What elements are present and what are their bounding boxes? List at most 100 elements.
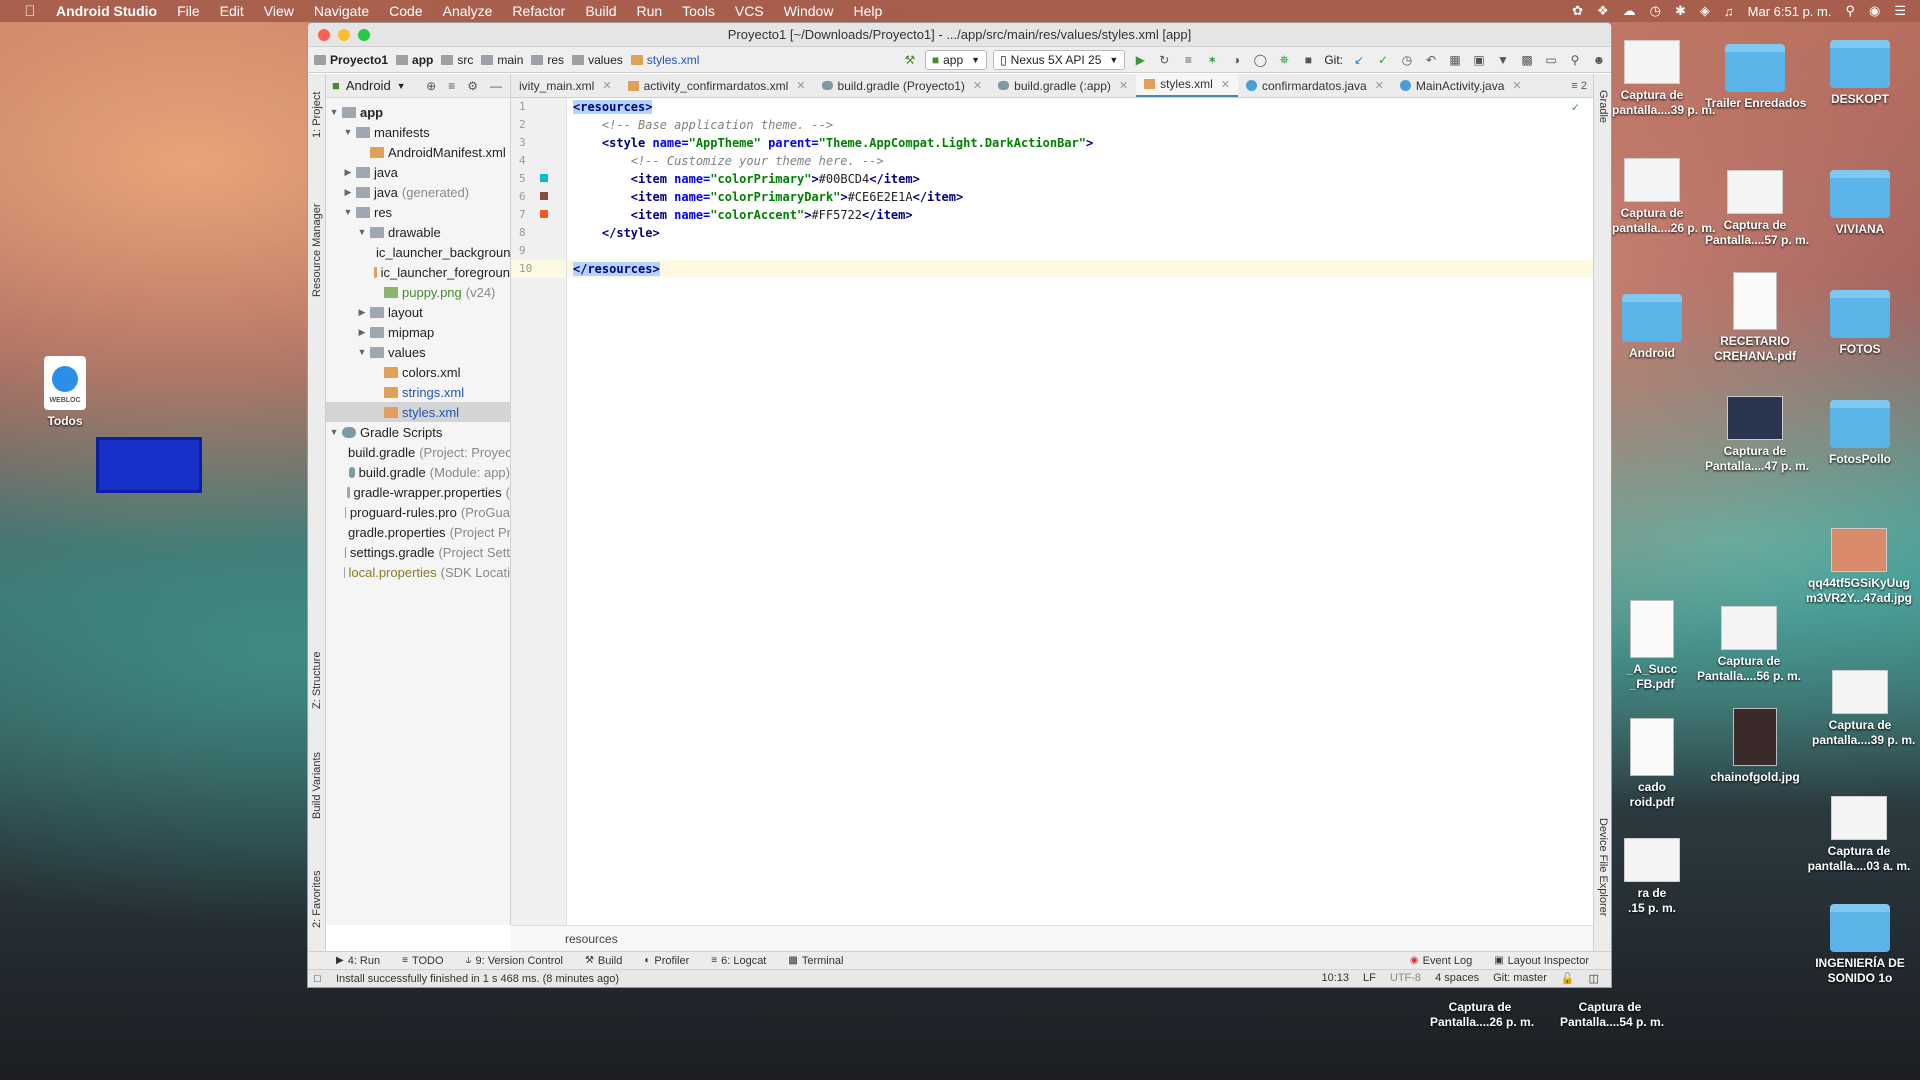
- tree-node-res[interactable]: ▼ res: [326, 202, 510, 222]
- desktop-icon-screenshot[interactable]: Captura de pantalla....03 a. m.: [1800, 796, 1918, 874]
- git-rollback-icon[interactable]: ↶: [1421, 50, 1441, 70]
- layout-inspector-icon[interactable]: ▩: [1517, 50, 1537, 70]
- tool-button-terminal[interactable]: ▩ Terminal: [788, 955, 843, 967]
- desktop-webloc-todos[interactable]: WEBLOC Todos: [30, 356, 100, 429]
- breadcrumb-res[interactable]: res: [531, 53, 564, 67]
- close-tab-icon[interactable]: ✕: [973, 79, 982, 92]
- caret-position[interactable]: 10:13: [1322, 972, 1350, 985]
- tool-button-todo[interactable]: ≡ TODO: [402, 955, 443, 967]
- tree-node-app[interactable]: ▼ app: [326, 102, 510, 122]
- tree-node-gradle-scripts[interactable]: ▼ Gradle Scripts: [326, 422, 510, 442]
- desktop-icon-screenshot[interactable]: Captura de Pantalla....26 p. m.: [1430, 1000, 1534, 1030]
- tree-node-manifests[interactable]: ▼ manifests: [326, 122, 510, 142]
- time-machine-icon[interactable]: ◷: [1650, 3, 1661, 19]
- tree-node-local-properties[interactable]: local.properties (SDK Locati: [326, 562, 510, 582]
- git-branch[interactable]: Git: master: [1493, 972, 1547, 985]
- run-configuration-select[interactable]: ■ app ▼: [924, 49, 988, 70]
- tab-confirmardatos-java[interactable]: confirmardatos.java ✕: [1238, 74, 1392, 97]
- breadcrumb-src[interactable]: src: [441, 53, 473, 67]
- tool-button-event-log[interactable]: ◉ Event Log: [1410, 955, 1472, 967]
- breadcrumb-values[interactable]: values: [572, 53, 623, 67]
- creative-cloud-icon[interactable]: ✿: [1572, 3, 1583, 19]
- tree-node-gradle-properties[interactable]: gradle.properties (Project Pr: [326, 522, 510, 542]
- desktop-icon-screenshot[interactable]: ra de .15 p. m.: [1612, 838, 1692, 916]
- menu-tools[interactable]: Tools: [682, 3, 715, 19]
- desktop-icon-screenshot[interactable]: Captura de pantalla....26 p. m.: [1612, 158, 1715, 236]
- tab-build-gradle-project[interactable]: build.gradle (Proyecto1) ✕: [814, 74, 991, 97]
- desktop-folder-fotospollo[interactable]: FotosPollo: [1812, 400, 1908, 467]
- tool-tab-device-file-explorer[interactable]: Device File Explorer: [1594, 818, 1611, 938]
- menu-vcs[interactable]: VCS: [735, 3, 764, 19]
- device-manager-icon[interactable]: ▭: [1541, 50, 1561, 70]
- breadcrumb-main[interactable]: main: [481, 53, 523, 67]
- line-separator[interactable]: LF: [1363, 972, 1376, 985]
- locate-target-icon[interactable]: ⊕: [426, 79, 436, 93]
- memory-indicator-icon[interactable]: ◫: [1589, 972, 1599, 985]
- tool-button-version-control[interactable]: ⫝ 9: Version Control: [466, 955, 563, 967]
- desktop-icon-screenshot[interactable]: Captura de Pantalla....54 p. m.: [1560, 1000, 1664, 1030]
- project-view-mode-select[interactable]: Android: [346, 78, 391, 93]
- profile-icon[interactable]: ◑: [1226, 50, 1246, 70]
- toggle-tool-windows-icon[interactable]: □: [314, 973, 321, 985]
- indent-setting[interactable]: 4 spaces: [1435, 972, 1479, 985]
- zoom-window-button[interactable]: [358, 29, 370, 41]
- desktop-pdf-succ[interactable]: _A_Succ _FB.pdf: [1612, 600, 1692, 692]
- menu-clock[interactable]: Mar 6:51 p. m.: [1748, 4, 1832, 19]
- desktop-icon-screenshot[interactable]: Captura de pantalla....39 p. m.: [1812, 670, 1915, 748]
- tree-node-drawable[interactable]: ▼ drawable: [326, 222, 510, 242]
- expand-arrow-icon[interactable]: ▶: [342, 167, 354, 178]
- expand-arrow-icon[interactable]: ▶: [342, 187, 354, 198]
- tree-node-androidmanifest[interactable]: AndroidManifest.xml: [326, 142, 510, 162]
- color-swatch-accent[interactable]: [540, 210, 548, 218]
- status-message[interactable]: Install successfully finished in 1 s 468…: [336, 973, 619, 985]
- menu-help[interactable]: Help: [853, 3, 882, 19]
- spotlight-search-icon[interactable]: ⚲: [1845, 3, 1855, 19]
- apple-menu-icon[interactable]: : [20, 3, 40, 20]
- gear-icon[interactable]: ⚙: [467, 79, 478, 93]
- desktop-folder-android[interactable]: Android: [1612, 294, 1692, 361]
- inspection-ok-check-icon[interactable]: ✓: [1572, 100, 1579, 114]
- tree-node-mipmap[interactable]: ▶ mipmap: [326, 322, 510, 342]
- desktop-image-qq44[interactable]: qq44tf5GSiKyUug m3VR2Y...47ad.jpg: [1800, 528, 1918, 606]
- expand-arrow-icon[interactable]: ▶: [356, 327, 368, 338]
- tree-node-gradle-wrapper[interactable]: gradle-wrapper.properties(: [326, 482, 510, 502]
- git-update-icon[interactable]: ↙: [1349, 50, 1369, 70]
- attach-debugger-icon[interactable]: ◯: [1250, 50, 1270, 70]
- siri-icon[interactable]: ◉: [1869, 3, 1880, 19]
- desktop-icon-screenshot[interactable]: Captura de Pantalla....57 p. m.: [1705, 170, 1809, 248]
- tool-tab-gradle[interactable]: Gradle: [1594, 90, 1611, 140]
- desktop-folder-ingenieria[interactable]: INGENIERÍA DE SONIDO 1o: [1802, 904, 1918, 986]
- make-project-hammer-icon[interactable]: ⚒: [900, 50, 920, 70]
- close-tab-icon[interactable]: ✕: [602, 79, 611, 92]
- expand-arrow-icon[interactable]: ▶: [356, 307, 368, 318]
- bluetooth-icon[interactable]: ✱: [1675, 3, 1686, 19]
- tree-node-java[interactable]: ▶ java: [326, 162, 510, 182]
- tree-node-build-gradle-module[interactable]: build.gradle (Module: app): [326, 462, 510, 482]
- menu-edit[interactable]: Edit: [220, 3, 244, 19]
- menu-refactor[interactable]: Refactor: [512, 3, 565, 19]
- cloud-sync-icon[interactable]: ☁: [1623, 3, 1636, 19]
- breadcrumb-app[interactable]: app: [396, 53, 433, 67]
- lock-icon[interactable]: 🔓: [1561, 972, 1575, 985]
- close-tab-icon[interactable]: ✕: [1512, 79, 1521, 92]
- menu-view[interactable]: View: [264, 3, 294, 19]
- notification-center-icon[interactable]: ☰: [1894, 3, 1906, 19]
- close-tab-icon[interactable]: ✕: [1375, 79, 1384, 92]
- close-tab-icon[interactable]: ✕: [796, 79, 805, 92]
- breadcrumb-styles-xml[interactable]: styles.xml: [630, 53, 699, 67]
- expand-arrow-icon[interactable]: ▼: [356, 227, 368, 237]
- expand-arrow-icon[interactable]: ▼: [342, 127, 354, 137]
- tab-build-gradle-app[interactable]: build.gradle (:app) ✕: [990, 74, 1136, 97]
- expand-arrow-icon[interactable]: ▼: [356, 347, 368, 357]
- project-structure-icon[interactable]: ▦: [1445, 50, 1465, 70]
- tab-styles-xml[interactable]: styles.xml ✕: [1136, 74, 1238, 97]
- menu-build[interactable]: Build: [585, 3, 616, 19]
- desktop-icon-screenshot[interactable]: Captura de Pantalla....47 p. m.: [1705, 396, 1809, 474]
- volume-icon[interactable]: ♫: [1724, 4, 1734, 19]
- tab-activity-confirmardatos[interactable]: activity_confirmardatos.xml ✕: [620, 74, 814, 97]
- tree-node-layout[interactable]: ▶ layout: [326, 302, 510, 322]
- sync-gradle-icon[interactable]: ✵: [1274, 50, 1294, 70]
- close-tab-icon[interactable]: ✕: [1119, 79, 1128, 92]
- stop-icon[interactable]: ■: [1298, 50, 1318, 70]
- tool-button-run[interactable]: ▶ 4: Run: [336, 955, 380, 967]
